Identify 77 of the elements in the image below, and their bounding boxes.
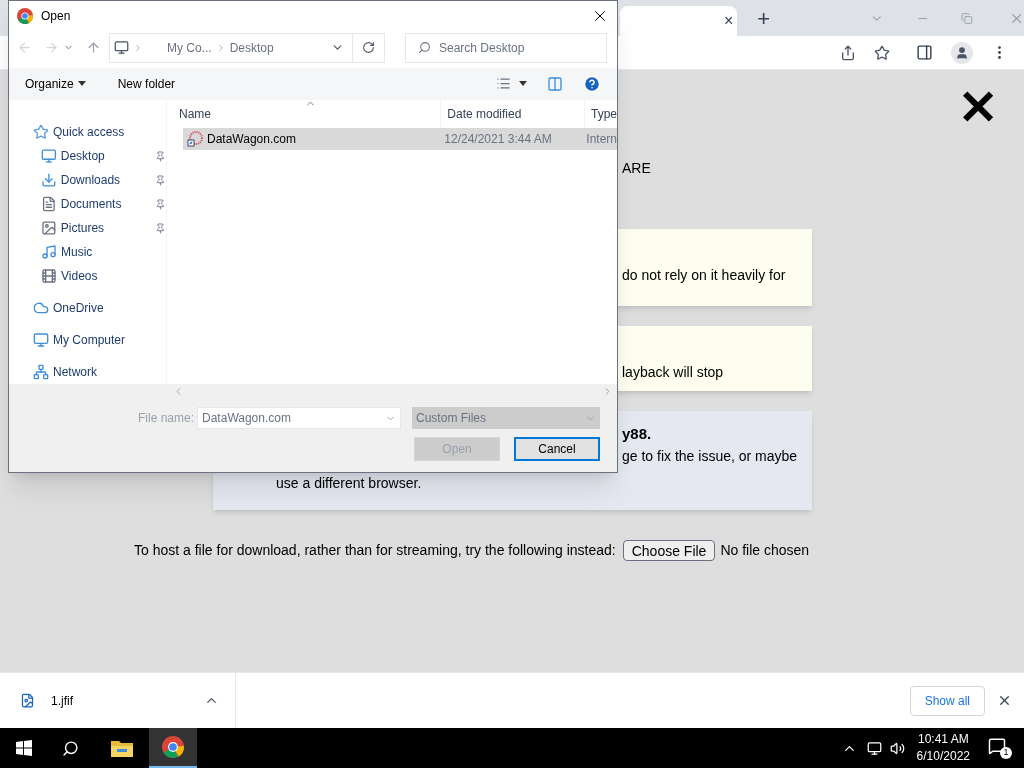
search-field[interactable]: Search Desktop bbox=[405, 32, 607, 63]
music-note-icon bbox=[41, 244, 57, 261]
notice-text: ge to fix the issue, or maybe bbox=[622, 446, 799, 466]
search-icon[interactable] bbox=[62, 739, 79, 757]
network-icon[interactable] bbox=[866, 740, 882, 756]
clock-date[interactable]: 6/10/2022 bbox=[916, 748, 970, 765]
sidebar-item[interactable]: Videos bbox=[61, 267, 149, 286]
host-prompt-text: To host a file for download, rather than for streaming, try the following instead: bbox=[134, 540, 616, 560]
file-name-field[interactable]: DataWagon.com bbox=[197, 407, 402, 430]
refresh-icon[interactable] bbox=[362, 41, 375, 55]
close-overlay-button[interactable]: ✕ bbox=[958, 84, 998, 132]
browser-tab[interactable]: × bbox=[620, 6, 738, 36]
download-name: 1.jfif bbox=[51, 692, 73, 710]
profile-avatar[interactable] bbox=[951, 41, 973, 64]
column-header[interactable]: Type bbox=[585, 100, 617, 129]
notice-text: layback will stop bbox=[622, 363, 725, 382]
star-icon bbox=[33, 124, 49, 141]
notice-text: use a different browser. bbox=[276, 473, 423, 493]
document-icon bbox=[41, 196, 57, 213]
window-title: Open bbox=[41, 8, 71, 26]
show-all-button[interactable]: Show all bbox=[909, 685, 985, 716]
file-type: Intern bbox=[585, 131, 617, 149]
heading-text: ARE bbox=[622, 159, 652, 178]
view-options-icon[interactable] bbox=[496, 76, 511, 92]
folder-icon[interactable] bbox=[111, 739, 133, 757]
film-icon bbox=[41, 268, 57, 285]
sidebar-item[interactable]: Pictures bbox=[60, 219, 148, 238]
shortcut-icon bbox=[187, 131, 203, 148]
sidebar-item[interactable]: My Computer bbox=[53, 331, 141, 350]
monitor-icon bbox=[33, 332, 49, 349]
image-file-icon bbox=[20, 693, 35, 708]
caret-icon bbox=[77, 81, 86, 87]
new-tab-button[interactable]: + bbox=[757, 1, 771, 35]
new-folder-button[interactable]: New folder bbox=[117, 74, 176, 93]
breadcrumb-item[interactable]: Desktop bbox=[229, 38, 274, 57]
file-name-label: File name: bbox=[138, 410, 195, 428]
file-status-text: No file chosen bbox=[720, 540, 810, 560]
browser-logo-icon bbox=[17, 8, 33, 25]
choose-file-button[interactable]: Choose File bbox=[622, 539, 716, 561]
caret-icon[interactable] bbox=[519, 81, 527, 87]
tab-close-icon[interactable]: × bbox=[723, 9, 734, 33]
separator-icon bbox=[133, 42, 143, 53]
clock-time[interactable]: 10:41 AM bbox=[917, 731, 969, 748]
notice-text: do not rely on it heavily for bbox=[622, 266, 787, 285]
start-icon[interactable] bbox=[16, 740, 32, 756]
preview-pane-icon[interactable] bbox=[547, 75, 563, 92]
close-icon[interactable] bbox=[997, 693, 1012, 708]
address-bar[interactable]: My Co... Desktop bbox=[109, 32, 385, 63]
sidebar-item[interactable]: Music bbox=[61, 243, 149, 262]
sidebar-item[interactable]: Desktop bbox=[60, 147, 148, 166]
network-icon bbox=[33, 364, 49, 381]
file-row[interactable]: DataWagon.com 12/24/2021 3:44 AM Intern bbox=[183, 128, 617, 151]
volume-icon[interactable] bbox=[889, 740, 905, 756]
taskbar-app[interactable] bbox=[149, 728, 197, 768]
download-arrow-icon bbox=[41, 172, 57, 189]
share-icon[interactable] bbox=[840, 44, 856, 61]
file-date: 12/24/2021 3:44 AM bbox=[443, 131, 553, 149]
monitor-icon bbox=[41, 148, 57, 165]
picture-icon bbox=[41, 220, 57, 237]
notification-count: 1 bbox=[1000, 747, 1012, 759]
dialog-button[interactable]: Cancel bbox=[514, 437, 600, 462]
up-icon[interactable] bbox=[86, 40, 101, 56]
organize-button[interactable]: Organize bbox=[25, 74, 86, 93]
sidebar-item[interactable]: Network bbox=[53, 363, 141, 382]
computer-icon bbox=[114, 40, 129, 56]
sidebar-item[interactable]: Documents bbox=[60, 195, 148, 214]
notice-title: y88. bbox=[622, 424, 653, 444]
sidebar-item[interactable]: Downloads bbox=[60, 171, 148, 190]
browser-logo-icon bbox=[162, 736, 184, 758]
side-panel-icon[interactable] bbox=[916, 44, 933, 61]
sidebar-item[interactable]: OneDrive bbox=[53, 299, 141, 318]
help-icon[interactable] bbox=[583, 74, 601, 93]
breadcrumb-item[interactable]: My Co... bbox=[167, 38, 212, 57]
bookmark-star-icon[interactable] bbox=[874, 44, 890, 61]
file-name: DataWagon.com bbox=[207, 131, 296, 149]
search-icon bbox=[418, 41, 431, 55]
sidebar-item[interactable]: Quick access bbox=[53, 123, 141, 142]
